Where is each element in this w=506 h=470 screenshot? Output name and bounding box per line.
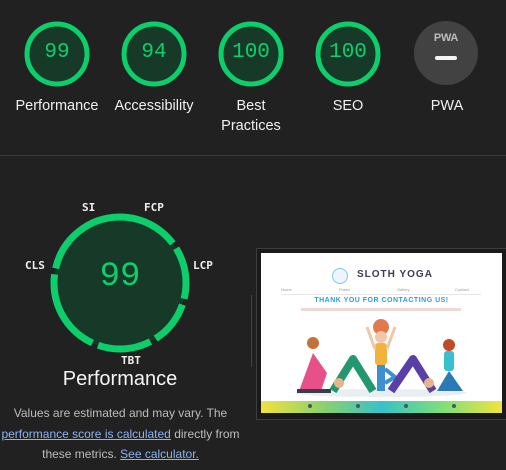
site-nav-item: Gallery [397, 287, 410, 292]
yoga-illustration [295, 319, 467, 397]
site-brand: SLOTH YOGA [357, 269, 433, 280]
scrollbar[interactable] [251, 295, 252, 367]
performance-score: 99 [99, 258, 141, 296]
footer-social-icon [452, 404, 456, 408]
metric-cls-label[interactable]: CLS [25, 259, 45, 272]
score-value: 100 [329, 41, 367, 64]
pwa-dash-icon [435, 56, 457, 60]
site-footer [261, 401, 502, 413]
score-value: 99 [44, 41, 70, 64]
score-calculation-link[interactable]: performance score is calculated [1, 427, 170, 441]
category-gauges: 99 Performance 94 Accessibility 100 Best… [0, 0, 506, 155]
performance-title: Performance [62, 368, 178, 390]
section-divider [0, 155, 506, 156]
category-label: PWA [430, 98, 464, 114]
metric-si-label[interactable]: SI [82, 201, 95, 214]
site-nav: Home Poses Gallery Contact [281, 287, 481, 293]
footer-social-icon [356, 404, 360, 408]
footer-social-icon [404, 404, 408, 408]
metric-fcp-label[interactable]: FCP [144, 201, 164, 214]
metric-tbt-label[interactable]: TBT [121, 354, 141, 367]
site-heading: THANK YOU FOR CONTACTING US! [314, 297, 449, 304]
note-text: Values are estimated and may vary. The [13, 406, 228, 420]
see-calculator-link[interactable]: See calculator. [120, 447, 199, 461]
page-screenshot[interactable]: SLOTH YOGA Home Poses Gallery Contact TH… [256, 248, 506, 420]
site-nav-item: Contact [455, 287, 469, 292]
category-label: Accessibility [114, 98, 194, 114]
category-label: Best Practices [221, 98, 281, 134]
score-value: 94 [141, 41, 167, 64]
score-value: 100 [232, 41, 270, 64]
site-nav-item: Poses [339, 287, 351, 292]
pwa-badge: PWA [414, 21, 478, 85]
pwa-badge-text: PWA [433, 32, 459, 44]
site-logo-icon [332, 268, 348, 284]
site-nav-item: Home [281, 287, 292, 292]
footer-social-icon [308, 404, 312, 408]
metric-lcp-label[interactable]: LCP [193, 259, 213, 272]
screenshot-page: SLOTH YOGA Home Poses Gallery Contact TH… [261, 253, 502, 413]
score-note: Values are estimated and may vary. The p… [0, 403, 253, 465]
site-nav-divider [281, 294, 481, 295]
site-subtext-bar [301, 308, 461, 311]
